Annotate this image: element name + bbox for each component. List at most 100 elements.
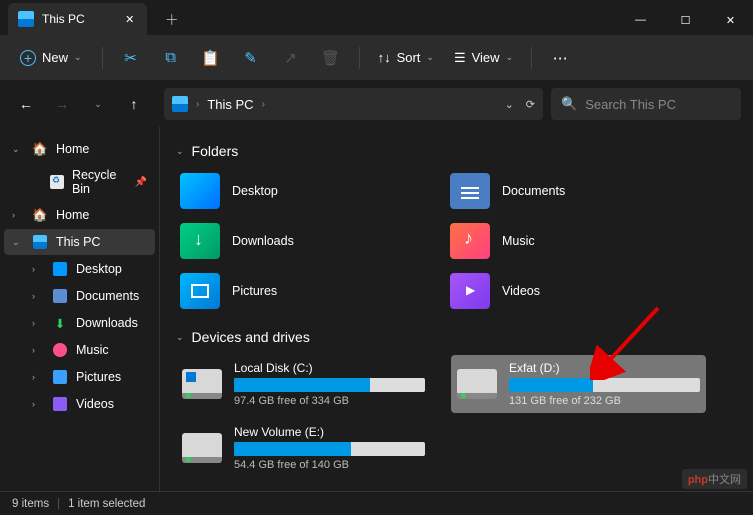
folder-label: Desktop <box>232 184 278 198</box>
recent-button[interactable]: ⌄ <box>84 90 112 118</box>
folder-label: Documents <box>502 184 565 198</box>
chevron-down-icon: ⌄ <box>426 52 434 63</box>
drive-name: Local Disk (C:) <box>234 361 425 375</box>
sidebar-label: Downloads <box>76 316 138 330</box>
statusbar: 9 items | 1 item selected <box>0 491 753 515</box>
watermark: php中文网 <box>682 469 747 489</box>
new-button[interactable]: + New ⌄ <box>10 45 92 71</box>
navbar: ← → ⌄ ↑ › This PC › ⌄ ⟳ 🔍 Search This PC <box>0 81 753 127</box>
drive-usage-bar <box>234 378 425 392</box>
chevron-right-icon: › <box>196 99 199 110</box>
view-label: View <box>472 50 500 65</box>
chevron-right-icon: › <box>262 99 265 110</box>
delete-button[interactable]: 🗑 <box>313 41 349 75</box>
drive-usage-bar <box>509 378 700 392</box>
folder-label: Pictures <box>232 284 277 298</box>
view-icon: ☰ <box>454 50 466 66</box>
main: ⌄🏠HomeRecycle Bin📌›🏠Home⌄This PC›Desktop… <box>0 127 753 491</box>
sidebar-item-home[interactable]: ›🏠Home <box>4 202 155 228</box>
sidebar-label: Music <box>76 343 109 357</box>
plus-icon: + <box>20 50 36 66</box>
folder-downloads[interactable]: Downloads <box>176 219 426 263</box>
close-tab-button[interactable]: ✕ <box>123 12 137 26</box>
more-button[interactable]: ⋯ <box>542 41 578 75</box>
pics-folder-icon <box>180 273 220 309</box>
search-icon: 🔍 <box>561 96 577 112</box>
sidebar-label: Pictures <box>76 370 121 384</box>
view-button[interactable]: ☰ View ⌄ <box>446 45 521 71</box>
sidebar-item-desktop[interactable]: ›Desktop <box>4 256 155 282</box>
drive-usage-bar <box>234 442 425 456</box>
vids-folder-icon <box>450 273 490 309</box>
folder-label: Downloads <box>232 234 294 248</box>
chevron-icon: ⌄ <box>12 237 24 248</box>
sidebar-item-videos[interactable]: ›Videos <box>4 391 155 417</box>
chevron-down-icon: ⌄ <box>176 332 184 343</box>
close-window-button[interactable]: ✕ <box>708 5 753 35</box>
drive-local-disk-c[interactable]: Local Disk (C:) 97.4 GB free of 334 GB <box>176 355 431 413</box>
chevron-icon: › <box>12 210 24 220</box>
drive-new-volume-e[interactable]: New Volume (E:)54.4 GB free of 140 GB <box>176 419 431 477</box>
chevron-icon: › <box>32 399 44 409</box>
sidebar-item-this-pc[interactable]: ⌄This PC <box>4 229 155 255</box>
folder-label: Videos <box>502 284 540 298</box>
chevron-icon: ⌄ <box>12 144 24 155</box>
new-label: New <box>42 50 68 65</box>
up-button[interactable]: ↑ <box>120 90 148 118</box>
drive-icon <box>182 369 222 399</box>
drive-info: Exfat (D:)131 GB free of 232 GB <box>509 361 700 407</box>
sort-button[interactable]: ↑↓ Sort ⌄ <box>370 45 442 70</box>
chevron-down-icon: ⌄ <box>506 52 514 63</box>
folder-pictures[interactable]: Pictures <box>176 269 426 313</box>
folder-music[interactable]: Music <box>446 219 696 263</box>
sidebar-item-documents[interactable]: ›Documents <box>4 283 155 309</box>
sidebar-item-music[interactable]: › Music <box>4 337 155 363</box>
folders-group-header[interactable]: ⌄ Folders <box>176 143 737 159</box>
folder-desktop[interactable]: Desktop <box>176 169 426 213</box>
sidebar: ⌄🏠HomeRecycle Bin📌›🏠Home⌄This PC›Desktop… <box>0 127 160 491</box>
minimize-button[interactable]: — <box>618 5 663 35</box>
separator <box>359 47 360 69</box>
chevron-icon: › <box>32 345 44 355</box>
paste-button[interactable]: 📋 <box>193 41 229 75</box>
folder-videos[interactable]: Videos <box>446 269 696 313</box>
sidebar-label: Recycle Bin <box>72 168 127 196</box>
drives-group-header[interactable]: ⌄ Devices and drives <box>176 329 737 345</box>
search-input[interactable]: 🔍 Search This PC <box>551 88 741 120</box>
sidebar-item-home[interactable]: ⌄🏠Home <box>4 136 155 162</box>
folder-documents[interactable]: Documents <box>446 169 696 213</box>
address-dropdown-button[interactable]: ⌄ <box>505 98 514 111</box>
content-pane: ⌄ Folders Desktop Documents Downloads Music… <box>160 127 753 491</box>
rename-button[interactable]: ✎ <box>233 41 269 75</box>
drive-exfat-d[interactable]: Exfat (D:)131 GB free of 232 GB <box>451 355 706 413</box>
drive-info: New Volume (E:)54.4 GB free of 140 GB <box>234 425 425 471</box>
maximize-button[interactable]: ☐ <box>663 5 708 35</box>
share-button[interactable]: ↗ <box>273 41 309 75</box>
copy-button[interactable]: ⧉ <box>153 41 189 75</box>
new-tab-button[interactable]: ＋ <box>157 5 187 35</box>
sidebar-item-downloads[interactable]: ›⬇Downloads <box>4 310 155 336</box>
drive-name: New Volume (E:) <box>234 425 425 439</box>
drive-free-text: 97.4 GB free of 334 GB <box>234 395 425 407</box>
sidebar-item-pictures[interactable]: › Pictures <box>4 364 155 390</box>
chevron-icon: › <box>32 264 44 274</box>
folders-label: Folders <box>192 143 239 159</box>
forward-button[interactable]: → <box>48 90 76 118</box>
sidebar-label: Home <box>56 142 89 156</box>
window-tab[interactable]: This PC ✕ <box>8 3 147 35</box>
chevron-icon: › <box>32 372 44 382</box>
docs-folder-icon <box>450 173 490 209</box>
sort-label: Sort <box>397 50 421 65</box>
sidebar-item-recycle-bin[interactable]: Recycle Bin📌 <box>4 163 155 201</box>
address-bar[interactable]: › This PC › ⌄ ⟳ <box>164 88 543 120</box>
address-location[interactable]: This PC <box>207 97 253 112</box>
drive-name: Exfat (D:) <box>509 361 700 375</box>
drives-grid: Local Disk (C:) 97.4 GB free of 334 GB Exf… <box>176 355 737 477</box>
chevron-down-icon: ⌄ <box>176 146 184 157</box>
drive-icon <box>457 369 497 399</box>
back-button[interactable]: ← <box>12 90 40 118</box>
music-folder-icon <box>450 223 490 259</box>
titlebar: This PC ✕ ＋ — ☐ ✕ <box>0 0 753 35</box>
cut-button[interactable]: ✂ <box>113 41 149 75</box>
refresh-button[interactable]: ⟳ <box>526 98 535 111</box>
